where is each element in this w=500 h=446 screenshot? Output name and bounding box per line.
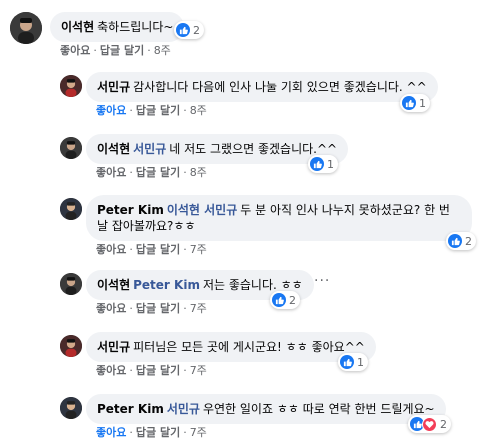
reaction-summary[interactable]: 2	[270, 291, 300, 309]
like-reaction-icon	[272, 293, 286, 307]
like-reaction-icon	[176, 23, 190, 37]
comment-author[interactable]: 이석현	[61, 20, 94, 34]
timestamp[interactable]: 8주	[190, 166, 207, 179]
like-button[interactable]: 좋아요	[60, 44, 90, 57]
comment-actions: 좋아요 · 답글 달기 · 7주	[96, 243, 207, 256]
timestamp[interactable]: 7주	[190, 243, 207, 256]
avatar[interactable]	[10, 12, 42, 44]
comment-author[interactable]: Peter Kim	[97, 402, 164, 416]
comment-thread: 이석현 축하드립니다~ 2 좋아요 · 답글 달기 · 8주 서민규 감사합니다 다음에 인…	[0, 0, 500, 446]
timestamp[interactable]: 8주	[154, 44, 171, 57]
comment-text: 우연한 일이죠 ㅎㅎ 따로 연락 한번 드릴게요~	[202, 402, 435, 416]
comment-actions: 좋아요 · 답글 달기 · 7주	[96, 302, 207, 315]
like-reaction-icon	[448, 234, 462, 248]
reaction-summary[interactable]: 2	[174, 21, 204, 39]
like-button[interactable]: 좋아요	[96, 426, 126, 439]
reaction-summary[interactable]: 1	[308, 155, 338, 173]
avatar[interactable]	[60, 335, 82, 357]
reply-item: 서민규 피터님은 모든 곳에 게시군요! ㅎㅎ 좋아요^^ 1 좋아요 · 답글 달기…	[60, 330, 490, 380]
comment-bubble: 서민규 감사합니다 다음에 인사 나눌 기회 있으면 좋겠습니다. ^^	[86, 72, 438, 102]
comment-bubble: 서민규 피터님은 모든 곳에 게시군요! ㅎㅎ 좋아요^^	[86, 332, 376, 362]
comment-text: 저는 좋습니다. ㅎㅎ	[202, 278, 303, 292]
comment-bubble: 이석현 축하드립니다~	[50, 12, 185, 42]
like-reaction-icon	[310, 157, 324, 171]
comment-author[interactable]: 이석현	[97, 142, 130, 156]
like-button[interactable]: 좋아요	[96, 364, 126, 377]
reply-button[interactable]: 답글 달기	[136, 364, 180, 377]
comment-actions: 좋아요 · 답글 달기 · 7주	[96, 426, 207, 439]
timestamp[interactable]: 7주	[190, 364, 207, 377]
like-button[interactable]: 좋아요	[96, 243, 126, 256]
comment-text: 축하드립니다~	[97, 20, 174, 34]
mention-tag[interactable]: Peter Kim	[133, 278, 200, 292]
timestamp[interactable]: 7주	[190, 302, 207, 315]
reaction-count: 2	[465, 234, 472, 248]
reaction-count: 1	[327, 157, 334, 171]
comment-author[interactable]: 서민규	[97, 340, 130, 354]
comment-item: 이석현 축하드립니다~ 2 좋아요 · 답글 달기 · 8주	[10, 10, 490, 60]
avatar[interactable]	[60, 75, 82, 97]
reaction-summary[interactable]: 2	[408, 415, 451, 433]
love-reaction-icon	[422, 416, 437, 432]
like-reaction-icon	[340, 355, 354, 369]
reply-item: 이석현 Peter Kim 저는 좋습니다. ㅎㅎ ··· 2 좋아요 · 답글 달기 ·…	[60, 268, 490, 318]
avatar[interactable]	[60, 397, 82, 419]
like-button[interactable]: 좋아요	[96, 104, 126, 117]
comment-bubble: Peter Kim 이석현 서민규 두 분 아직 인사 나누지 못하셨군요? 한 번…	[86, 195, 472, 241]
reply-button[interactable]: 답글 달기	[100, 44, 144, 57]
reply-button[interactable]: 답글 달기	[136, 166, 180, 179]
reaction-count: 2	[193, 23, 200, 37]
reply-button[interactable]: 답글 달기	[136, 104, 180, 117]
reply-button[interactable]: 답글 달기	[136, 243, 180, 256]
reply-item: Peter Kim 서민규 우연한 일이죠 ㅎㅎ 따로 연락 한번 드릴게요~ 2 …	[60, 392, 490, 442]
comment-text: 피터님은 모든 곳에 게시군요! ㅎㅎ 좋아요^^	[133, 340, 365, 354]
reaction-summary[interactable]: 2	[446, 232, 476, 250]
like-button[interactable]: 좋아요	[96, 302, 126, 315]
timestamp[interactable]: 8주	[190, 104, 207, 117]
comment-text: 감사합니다 다음에 인사 나눌 기회 있으면 좋겠습니다. ^^	[133, 80, 427, 94]
reply-item: 서민규 감사합니다 다음에 인사 나눌 기회 있으면 좋겠습니다. ^^ 1 좋아…	[60, 70, 490, 120]
comment-actions: 좋아요 · 답글 달기 · 8주	[60, 44, 171, 57]
mention-tag[interactable]: 서민규	[133, 142, 166, 156]
comment-author[interactable]: 서민규	[97, 80, 130, 94]
comment-author[interactable]: 이석현	[97, 278, 130, 292]
mention-tag[interactable]: 이석현 서민규	[167, 203, 237, 217]
timestamp[interactable]: 7주	[190, 426, 207, 439]
reply-item: 이석현 서민규 네 저도 그랬으면 좋겠습니다.^^ 1 좋아요 · 답글 달기 · 8주	[60, 132, 490, 182]
avatar[interactable]	[60, 137, 82, 159]
mention-tag[interactable]: 서민규	[167, 402, 200, 416]
comment-actions: 좋아요 · 답글 달기 · 8주	[96, 104, 207, 117]
reply-button[interactable]: 답글 달기	[136, 302, 180, 315]
reaction-count: 2	[440, 417, 447, 431]
comment-actions: 좋아요 · 답글 달기 · 8주	[96, 166, 207, 179]
avatar[interactable]	[60, 198, 82, 220]
reply-button[interactable]: 답글 달기	[136, 426, 180, 439]
comment-text: 네 저도 그랬으면 좋겠습니다.^^	[169, 142, 338, 156]
comment-bubble: Peter Kim 서민규 우연한 일이죠 ㅎㅎ 따로 연락 한번 드릴게요~	[86, 394, 446, 424]
reaction-count: 1	[357, 355, 364, 369]
reply-item: Peter Kim 이석현 서민규 두 분 아직 인사 나누지 못하셨군요? 한 번…	[60, 193, 490, 263]
avatar[interactable]	[60, 273, 82, 295]
reaction-count: 2	[289, 293, 296, 307]
reaction-count: 1	[419, 96, 426, 110]
comment-author[interactable]: Peter Kim	[97, 203, 164, 217]
reaction-summary[interactable]: 1	[400, 94, 430, 112]
more-options-icon[interactable]: ···	[314, 273, 330, 289]
comment-actions: 좋아요 · 답글 달기 · 7주	[96, 364, 207, 377]
like-reaction-icon	[402, 96, 416, 110]
reaction-summary[interactable]: 1	[338, 353, 368, 371]
like-button[interactable]: 좋아요	[96, 166, 126, 179]
